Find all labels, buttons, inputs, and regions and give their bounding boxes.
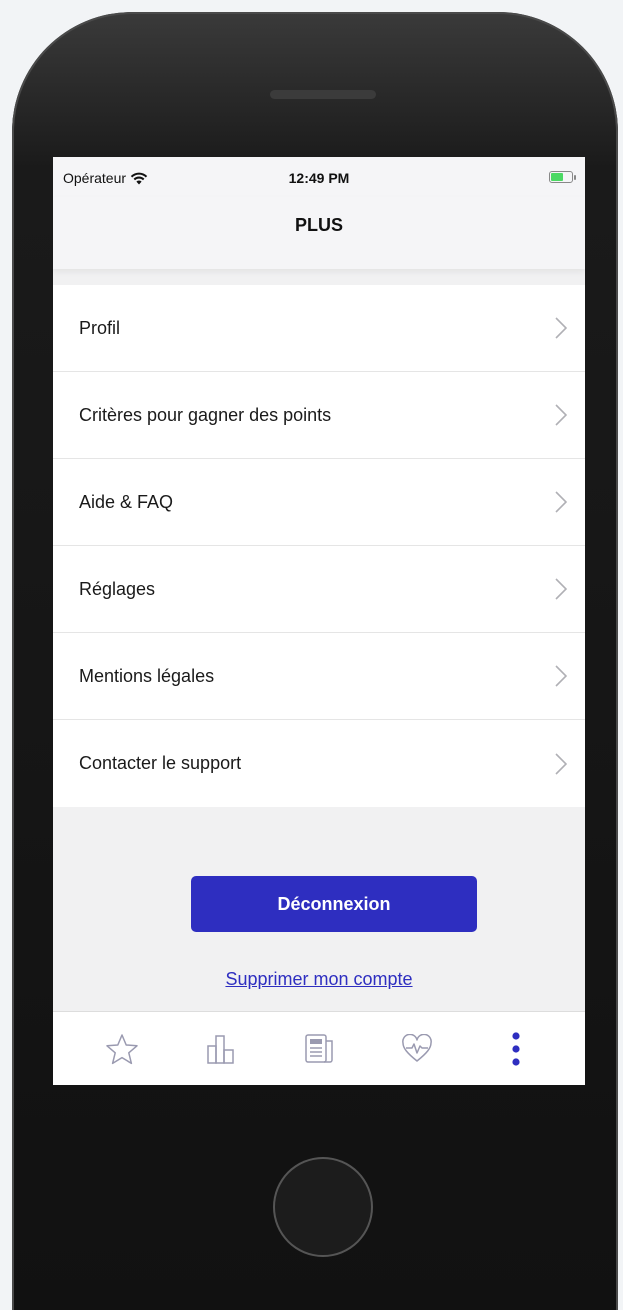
app-screen: Opérateur 12:49 PM PLUS Profil Critères: [53, 157, 585, 1085]
menu-item-contact-support[interactable]: Contacter le support: [53, 720, 585, 807]
settings-menu: Profil Critères pour gagner des points A…: [53, 285, 585, 807]
tab-news[interactable]: [299, 1029, 339, 1069]
menu-item-reglages[interactable]: Réglages: [53, 546, 585, 633]
battery-level: [551, 173, 563, 181]
chevron-right-icon: [555, 578, 567, 600]
menu-item-label: Aide & FAQ: [79, 491, 174, 512]
phone-frame: Opérateur 12:49 PM PLUS Profil Critères: [12, 12, 618, 1310]
page-title: PLUS: [294, 215, 343, 235]
news-icon: [305, 1033, 333, 1063]
delete-account-link[interactable]: Supprimer mon compte: [53, 969, 585, 990]
tab-more[interactable]: [496, 1029, 536, 1069]
more-vertical-icon: [512, 1031, 520, 1066]
menu-item-label: Contacter le support: [79, 753, 242, 773]
home-button[interactable]: [273, 1157, 373, 1257]
menu-item-label: Mentions légales: [79, 665, 215, 686]
logout-button[interactable]: Déconnexion: [191, 876, 477, 932]
chevron-right-icon: [555, 491, 567, 513]
tab-bar: [53, 1011, 585, 1085]
menu-item-aide-faq[interactable]: Aide & FAQ: [53, 459, 585, 546]
tab-rankings[interactable]: [201, 1029, 241, 1069]
menu-item-label: Réglages: [79, 578, 156, 599]
heart-pulse-icon: [402, 1033, 433, 1062]
navigation-bar: PLUS: [53, 197, 585, 269]
chevron-right-icon: [555, 665, 567, 687]
chevron-right-icon: [555, 752, 567, 775]
menu-item-criteres[interactable]: Critères pour gagner des points: [53, 372, 585, 459]
menu-item-label: Critères pour gagner des points: [79, 404, 332, 425]
tab-favorites[interactable]: [102, 1029, 142, 1069]
speaker-grille: [270, 90, 376, 99]
status-bar: Opérateur 12:49 PM: [53, 157, 585, 197]
menu-item-label: Profil: [79, 317, 121, 338]
chevron-right-icon: [555, 317, 567, 339]
bar-chart-icon: [206, 1034, 234, 1064]
tab-health[interactable]: [397, 1029, 437, 1069]
battery-icon: [549, 171, 576, 183]
menu-item-mentions-legales[interactable]: Mentions légales: [53, 633, 585, 720]
status-time: 12:49 PM: [288, 170, 350, 186]
menu-item-profil[interactable]: Profil: [53, 285, 585, 372]
star-icon: [106, 1033, 138, 1064]
chevron-right-icon: [555, 404, 567, 426]
